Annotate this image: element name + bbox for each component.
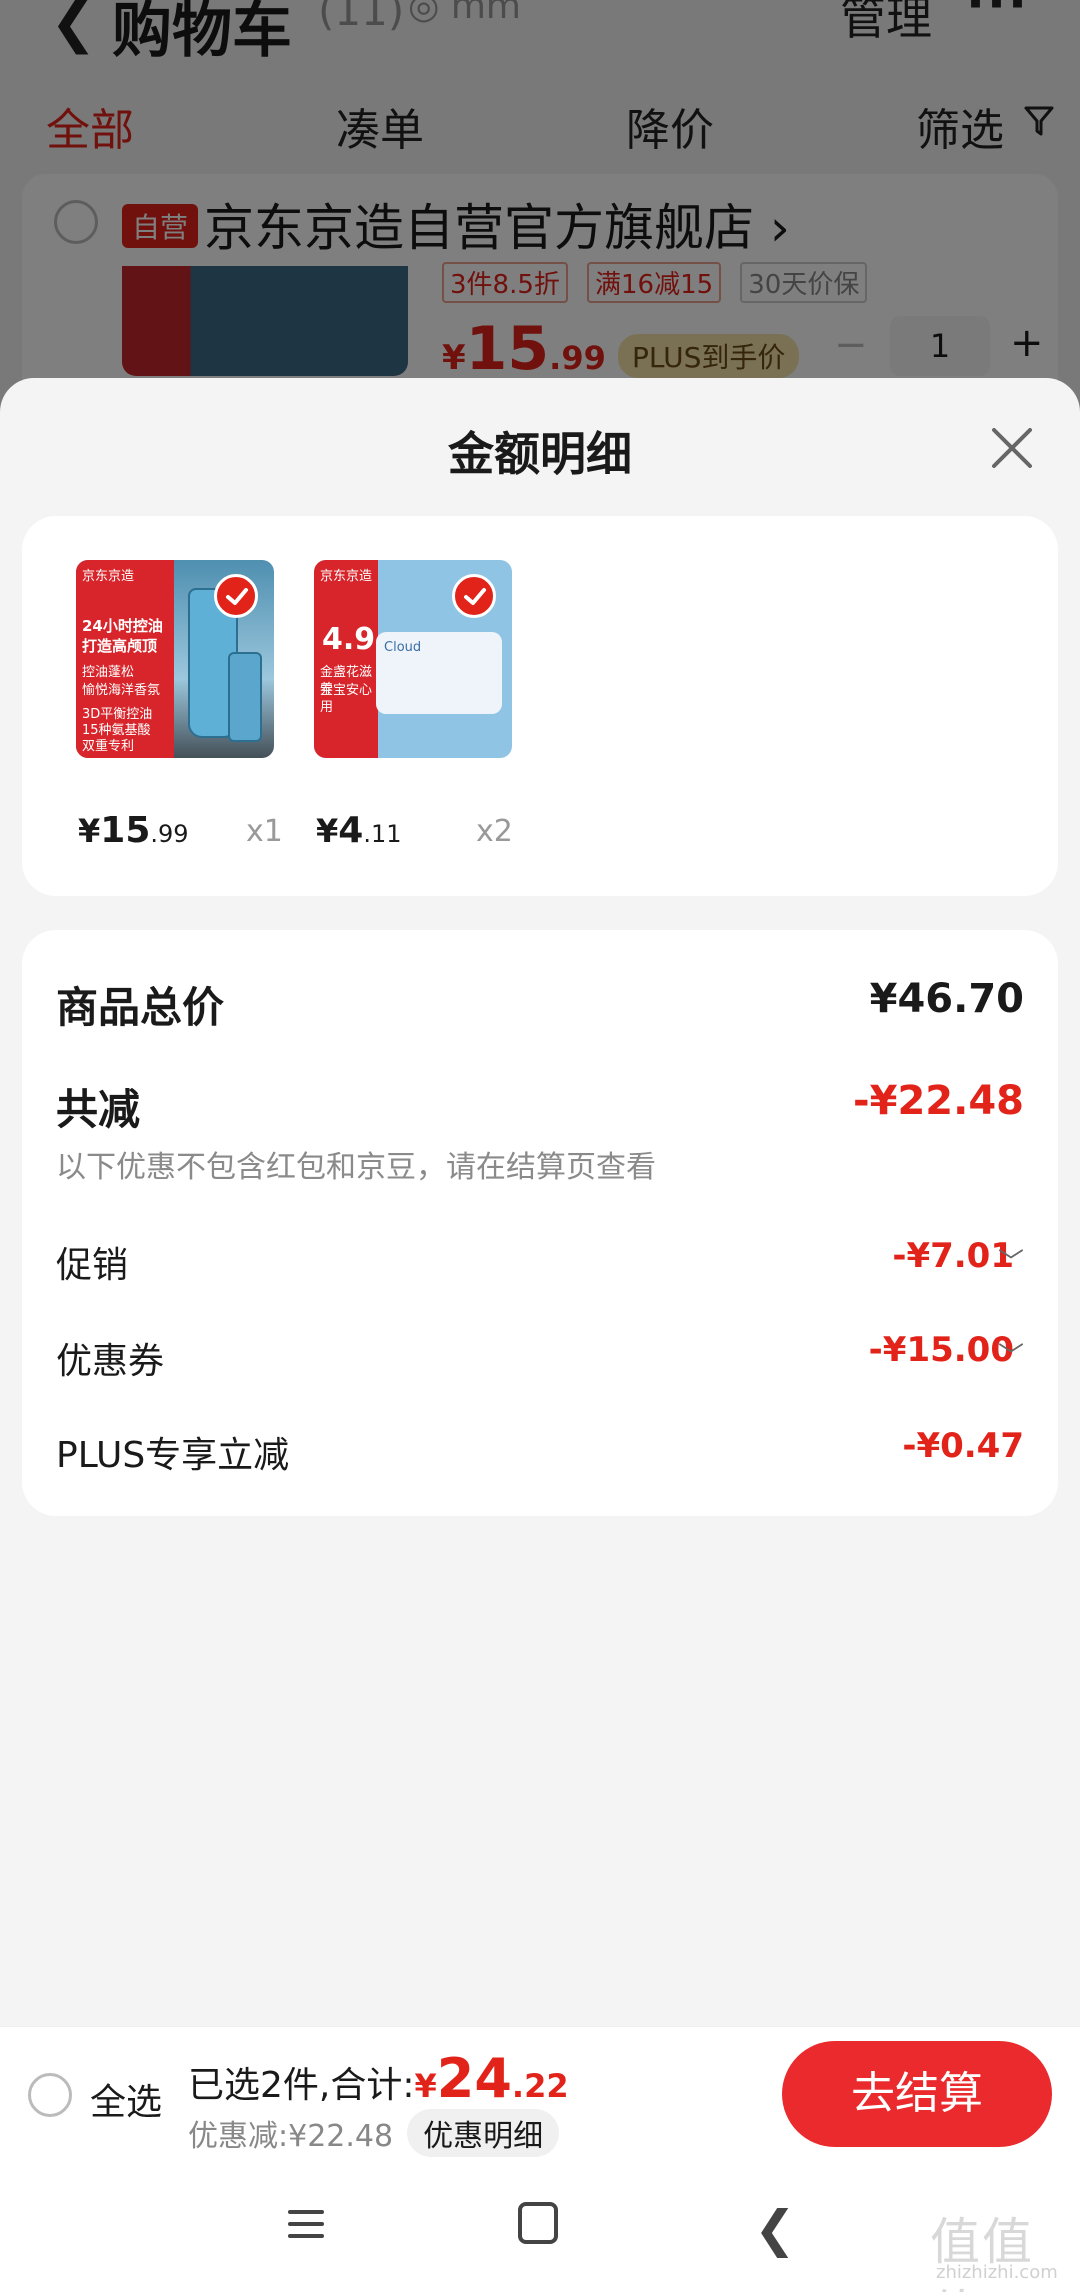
total-price-label: 商品总价: [56, 983, 225, 1032]
watermark-url: zhizhizhi.com: [936, 2262, 1058, 2283]
back-icon[interactable]: ❮: [754, 2200, 796, 2258]
discount-line: 优惠减:¥22.48 优惠明细: [188, 2109, 560, 2157]
checkout-button[interactable]: 去结算: [782, 2041, 1052, 2147]
select-all-radio[interactable]: [28, 2073, 72, 2117]
product-promo-panel: 京东京造 24小时控油 打造高颅顶 控油蓬松 愉悦海洋香氛 3D平衡控油 15种…: [76, 560, 174, 758]
chevron-down-icon[interactable]: ﹀: [998, 1336, 1024, 1373]
check-icon: [452, 574, 496, 618]
home-icon[interactable]: [518, 2202, 558, 2244]
modal-backdrop[interactable]: [0, 0, 1080, 390]
select-all-label[interactable]: 全选: [90, 2073, 162, 2125]
reduction-note: 以下优惠不包含红包和京豆，请在结算页查看: [56, 1150, 656, 1185]
product-image-wipes[interactable]: 京东京造 4.9 金盏花滋养 宝宝安心用 Cloud: [314, 560, 512, 758]
plus-discount-value: -¥0.47: [902, 1426, 1024, 1466]
checkout-bar: 全选 已选2件,合计:¥24.22 优惠减:¥22.48 优惠明细 去结算: [0, 2026, 1080, 2162]
total-reduction-label: 共减: [56, 1085, 141, 1134]
selected-summary: 已选2件,合计:¥24.22: [188, 2047, 569, 2110]
chevron-down-icon[interactable]: ﹀: [998, 1242, 1024, 1279]
total-price-value: ¥46.70: [869, 976, 1024, 1022]
product-quantity: x1: [246, 814, 283, 849]
coupon-value[interactable]: -¥15.00: [869, 1330, 1014, 1370]
product-price: ¥4.11: [316, 810, 402, 851]
system-nav-bar: ❮ 值值值 zhizhizhi.com: [0, 2162, 1080, 2292]
selected-products-card: 京东京造 24小时控油 打造高颅顶 控油蓬松 愉悦海洋香氛 3D平衡控油 15种…: [22, 516, 1058, 896]
selected-total-price: ¥24.22: [414, 2047, 569, 2110]
discount-detail-button[interactable]: 优惠明细: [407, 2109, 560, 2157]
recent-apps-icon[interactable]: [286, 2204, 326, 2244]
promotion-value[interactable]: -¥7.01: [892, 1236, 1014, 1276]
coupon-label: 优惠券: [56, 1341, 165, 1382]
plus-discount-label: PLUS专享立减: [56, 1435, 290, 1476]
product-promo-panel: 京东京造 4.9 金盏花滋养 宝宝安心用: [314, 560, 378, 758]
promotion-label: 促销: [56, 1245, 129, 1286]
bottle-graphic: [228, 652, 262, 742]
price-summary-card: 商品总价 ¥46.70 共减 -¥22.48 以下优惠不包含红包和京豆，请在结算…: [22, 930, 1058, 1516]
total-reduction-value: -¥22.48: [853, 1078, 1024, 1124]
amount-detail-sheet: 金额明细 京东京造 24小时控油 打造高颅顶 控油蓬松 愉悦海洋香氛 3D平衡控…: [0, 378, 1080, 2292]
close-icon[interactable]: [982, 418, 1042, 478]
product-price: ¥15.99: [78, 810, 189, 851]
product-quantity: x2: [476, 814, 513, 849]
sheet-title: 金额明细: [448, 427, 632, 481]
check-icon: [214, 574, 258, 618]
product-image-shampoo[interactable]: 京东京造 24小时控油 打造高颅顶 控油蓬松 愉悦海洋香氛 3D平衡控油 15种…: [76, 560, 274, 758]
